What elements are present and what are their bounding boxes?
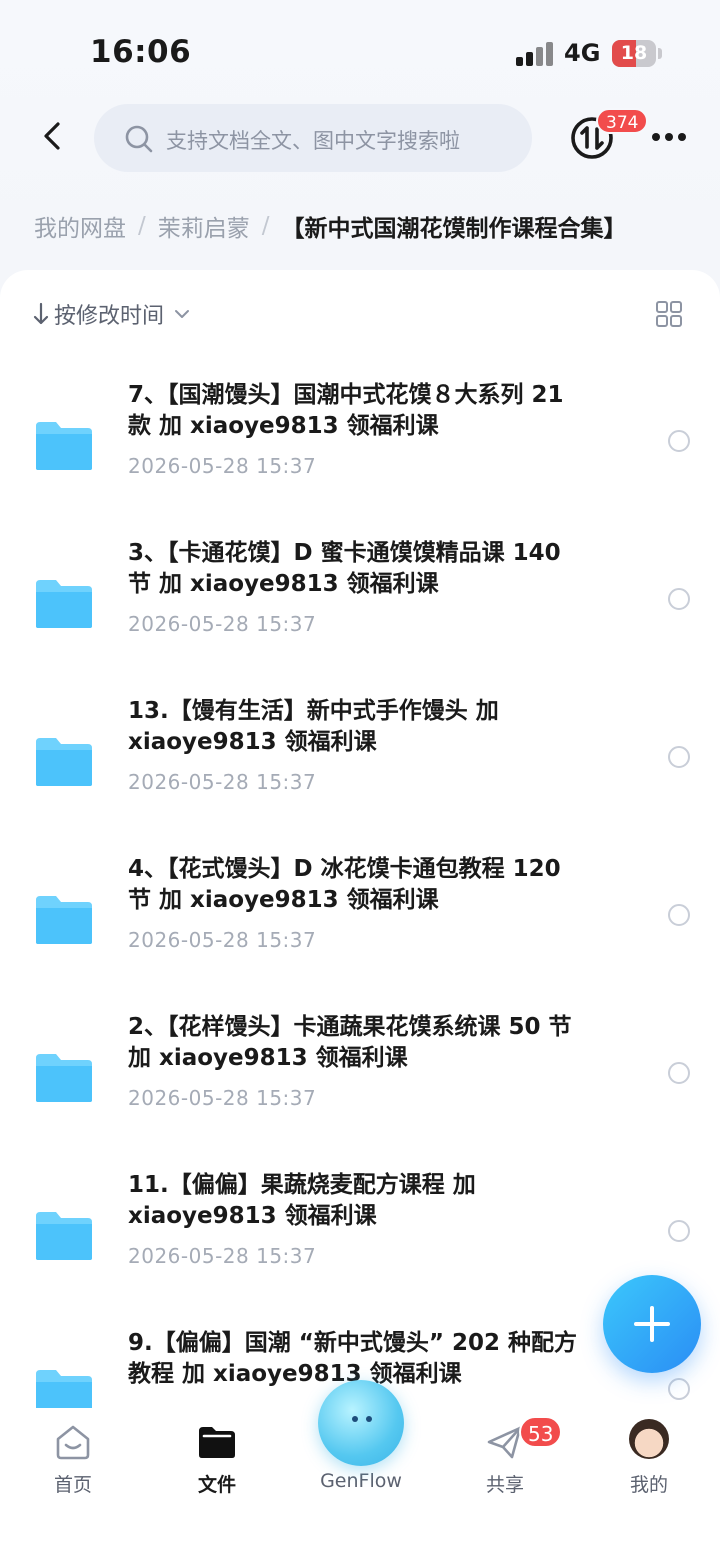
file-date: 2026-05-28 15:37 xyxy=(128,454,317,478)
file-row[interactable]: 2、【花样馒头】卡通蔬果花馍系统课 50 节 加 xiaoye9813 领福利课… xyxy=(0,1012,720,1170)
file-name: 7、【国潮馒头】国潮中式花馍８大系列 21 款 加 xiaoye9813 领福利… xyxy=(128,382,564,439)
more-options-button[interactable] xyxy=(646,122,692,152)
file-date: 2026-05-28 15:37 xyxy=(128,612,317,636)
folder-icon xyxy=(36,1212,92,1260)
add-button[interactable] xyxy=(603,1275,701,1373)
file-row[interactable]: 4、【花式馒头】D 冰花馍卡通包教程 120 节 加 xiaoye9813 领福… xyxy=(0,854,720,1012)
file-date: 2026-05-28 15:37 xyxy=(128,928,317,952)
folder-icon xyxy=(36,1054,92,1102)
breadcrumb-item-folder[interactable]: 茉莉启蒙 xyxy=(158,209,250,243)
breadcrumb-separator: / xyxy=(261,213,270,239)
battery-icon: 18 xyxy=(612,40,656,67)
folder-icon xyxy=(36,738,92,786)
transfer-count-badge: 374 xyxy=(596,108,649,134)
home-indicator xyxy=(0,1540,720,1560)
chevron-down-icon xyxy=(175,310,190,318)
status-bar: 16:06 4G 18 xyxy=(0,0,720,100)
file-row[interactable]: 7、【国潮馒头】国潮中式花馍８大系列 21 款 加 xiaoye9813 领福利… xyxy=(0,380,720,538)
nav-label: 文件 xyxy=(197,1474,236,1496)
breadcrumb: 我的网盘 / 茉莉启蒙 / 【新中式国潮花馍制作课程合集】 xyxy=(34,208,627,244)
sort-button[interactable]: 按修改时间 xyxy=(32,296,192,332)
file-name: 2、【花样馒头】卡通蔬果花馍系统课 50 节 加 xiaoye9813 领福利课 xyxy=(128,1014,572,1071)
file-date: 2026-05-28 15:37 xyxy=(128,1244,317,1268)
search-placeholder: 支持文档全文、图中文字搜索啦 xyxy=(166,129,460,153)
sort-arrow-icon xyxy=(33,302,49,325)
nav-label: 我的 xyxy=(629,1474,668,1496)
select-checkbox[interactable] xyxy=(668,1220,690,1242)
file-list-card: 按修改时间 7、【国潮馒头】国潮中式花馍８大系列 21 款 加 xiaoye98… xyxy=(0,270,720,1410)
nav-label: 共享 xyxy=(485,1474,524,1496)
file-name: 9.【偏偏】国潮 “新中式馒头” 202 种配方 教程 加 xiaoye9813… xyxy=(128,1330,578,1387)
select-checkbox[interactable] xyxy=(668,1378,690,1400)
folder-icon xyxy=(36,1370,92,1410)
breadcrumb-current: 【新中式国潮花馍制作课程合集】 xyxy=(281,216,627,242)
signal-icon xyxy=(516,42,554,66)
breadcrumb-separator: / xyxy=(138,213,146,239)
search-icon xyxy=(125,125,153,153)
file-browser-screen: 16:06 4G 18 支持文档全文、图中文字搜索啦 374 我的网盘 / 茉莉… xyxy=(0,0,720,1560)
chevron-left-icon xyxy=(44,122,60,150)
file-name: 11.【偏偏】果蔬烧麦配方课程 加 xiaoye9813 领福利课 xyxy=(128,1172,476,1229)
sort-label: 按修改时间 xyxy=(54,304,165,329)
orb-eye xyxy=(352,1416,358,1422)
file-row[interactable]: 13.【馒有生活】新中式手作馒头 加 xiaoye9813 领福利课 2026-… xyxy=(0,696,720,854)
folder-icon xyxy=(36,896,92,944)
select-checkbox[interactable] xyxy=(668,746,690,768)
network-type: 4G xyxy=(564,39,601,67)
folder-icon xyxy=(36,580,92,628)
status-time: 16:06 xyxy=(90,34,192,70)
nav-item-files[interactable]: 文件 xyxy=(157,1408,277,1518)
home-icon xyxy=(56,1425,90,1460)
file-row[interactable]: 3、【卡通花馍】D 蜜卡通馍馍精品课 140 节 加 xiaoye9813 领福… xyxy=(0,538,720,696)
orb-eye xyxy=(366,1416,372,1422)
battery-level: 18 xyxy=(620,42,648,64)
select-checkbox[interactable] xyxy=(668,1062,690,1084)
select-checkbox[interactable] xyxy=(668,588,690,610)
nav-label: 首页 xyxy=(53,1474,92,1496)
folder-icon xyxy=(36,422,92,470)
file-name: 13.【馒有生活】新中式手作馒头 加 xiaoye9813 领福利课 xyxy=(128,698,499,755)
select-checkbox[interactable] xyxy=(668,904,690,926)
file-date: 2026-05-28 15:37 xyxy=(128,770,317,794)
file-date: 2026-05-28 15:37 xyxy=(128,1086,317,1110)
genflow-orb[interactable] xyxy=(318,1380,404,1466)
grid-view-icon xyxy=(656,301,682,327)
select-checkbox[interactable] xyxy=(668,430,690,452)
file-name: 3、【卡通花馍】D 蜜卡通馍馍精品课 140 节 加 xiaoye9813 领福… xyxy=(128,540,561,597)
battery-tip xyxy=(658,48,662,59)
back-button[interactable] xyxy=(28,112,76,160)
search-input[interactable]: 支持文档全文、图中文字搜索啦 xyxy=(94,104,532,172)
nav-label: GenFlow xyxy=(320,1470,402,1492)
folder-icon xyxy=(199,1427,235,1458)
breadcrumb-item-my-drive[interactable]: 我的网盘 xyxy=(34,209,126,243)
file-name: 4、【花式馒头】D 冰花馍卡通包教程 120 节 加 xiaoye9813 领福… xyxy=(128,856,561,913)
avatar[interactable] xyxy=(629,1419,669,1459)
plus-icon xyxy=(634,1306,670,1342)
nav-item-home[interactable]: 首页 xyxy=(13,1408,133,1518)
share-count-badge: 53 xyxy=(519,1416,563,1448)
grid-view-button[interactable] xyxy=(655,300,683,328)
